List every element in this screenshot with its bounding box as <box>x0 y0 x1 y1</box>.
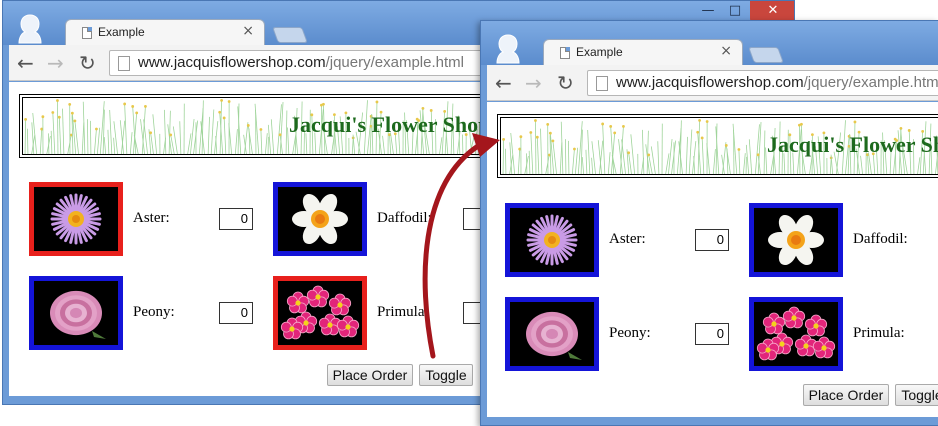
user-avatar-icon[interactable] <box>495 33 521 65</box>
back-icon[interactable]: ← <box>495 71 512 95</box>
page-icon <box>118 56 130 71</box>
reload-icon[interactable]: ↻ <box>557 71 574 95</box>
banner-title: Jacqui's Flower Shop <box>767 132 938 157</box>
browser-toolbar: ← → ↻ www.jacquisflowershop.com/jquery/e… <box>487 65 938 101</box>
aster-image <box>505 203 599 277</box>
quantity-input[interactable]: 0 <box>219 302 253 324</box>
banner: Jacqui's Flower Shop <box>497 114 938 178</box>
quantity-input[interactable]: 0 <box>695 323 729 345</box>
flower-label: Peony: <box>609 325 651 341</box>
new-tab-button[interactable] <box>748 47 784 63</box>
user-avatar-icon[interactable] <box>17 13 43 45</box>
quantity-input[interactable]: 0 <box>219 208 253 230</box>
page-icon <box>82 27 92 39</box>
primula-image <box>273 276 367 350</box>
tab-example[interactable]: Example × <box>65 19 265 45</box>
tab-example[interactable]: Example × <box>543 39 743 65</box>
daffodil-image <box>749 203 843 277</box>
flower-label: Primula: <box>853 325 905 341</box>
toggle-button[interactable]: Toggle <box>419 364 473 386</box>
back-icon[interactable]: ← <box>17 51 34 75</box>
daffodil-image <box>273 182 367 256</box>
browser-window-after: Example × ← → ↻ www.jacquisflowershop.co… <box>480 20 938 426</box>
flower-label: Primula: <box>377 304 429 320</box>
flower-label: Daffodil: <box>377 210 432 226</box>
screenshot-stage: Example × — □ ✕ ← → ↻ www.jacquisflowers… <box>0 0 938 426</box>
title-bar: Example × <box>481 21 938 65</box>
page-content: Jacqui's Flower Shop Aster: 0 Daffodil: 0 Pe… <box>487 102 938 417</box>
flower-label: Aster: <box>609 231 646 247</box>
url-text: www.jacquisflowershop.com/jquery/example… <box>616 74 938 91</box>
forward-icon[interactable]: → <box>47 51 64 75</box>
new-tab-button[interactable] <box>272 27 308 43</box>
page-icon <box>596 76 608 91</box>
quantity-input[interactable]: 0 <box>695 229 729 251</box>
toggle-button[interactable]: Toggle <box>895 384 938 406</box>
place-order-button[interactable]: Place Order <box>803 384 889 406</box>
url-host: www.jacquisflowershop.com <box>138 54 326 71</box>
peony-image <box>505 297 599 371</box>
reload-icon[interactable]: ↻ <box>79 51 96 75</box>
tab-close-icon[interactable]: × <box>720 43 732 59</box>
forward-icon[interactable]: → <box>525 71 542 95</box>
address-bar[interactable]: www.jacquisflowershop.com/jquery/example… <box>587 70 938 96</box>
flower-label: Aster: <box>133 210 170 226</box>
flower-label: Peony: <box>133 304 175 320</box>
url-text: www.jacquisflowershop.com/jquery/example… <box>138 54 464 71</box>
url-host: www.jacquisflowershop.com <box>616 74 804 91</box>
flower-label: Daffodil: <box>853 231 908 247</box>
primula-image <box>749 297 843 371</box>
tab-title: Example <box>98 25 145 39</box>
url-path: /jquery/example.html <box>803 74 938 91</box>
page-icon <box>560 47 570 59</box>
tab-close-icon[interactable]: × <box>242 23 254 39</box>
place-order-button[interactable]: Place Order <box>327 364 413 386</box>
aster-image <box>29 182 123 256</box>
tab-title: Example <box>576 45 623 59</box>
url-path: /jquery/example.html <box>325 54 464 71</box>
peony-image <box>29 276 123 350</box>
banner-title: Jacqui's Flower Shop <box>289 112 491 137</box>
